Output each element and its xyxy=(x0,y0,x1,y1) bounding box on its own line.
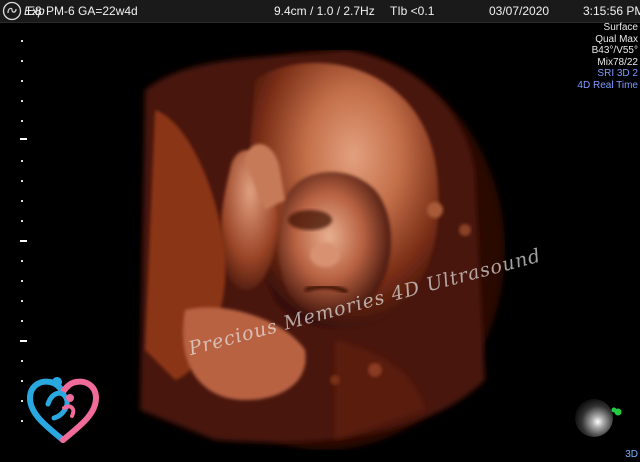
render-mode: Surface xyxy=(603,22,638,33)
sri-setting: SRI 3D 2 xyxy=(597,68,638,79)
acquisition-mode: 4D Real Time xyxy=(577,79,638,91)
volume-angles: B43°/V55° xyxy=(591,45,638,56)
heart-logo-icon xyxy=(26,377,100,443)
ultrasound-3d-render xyxy=(140,50,505,450)
orientation-sphere-icon xyxy=(575,399,622,437)
mix-setting: Mix78/22 xyxy=(597,56,638,68)
exam-time: 3:15:56 PM xyxy=(583,4,640,18)
patient-info: PM-6 GA=22w4d xyxy=(46,4,138,18)
system-label: Exp xyxy=(24,4,45,18)
ge-logo-icon xyxy=(2,1,22,21)
status-bar: E8 Exp PM-6 GA=22w4d 9.4cm / 1.0 / 2.7Hz… xyxy=(0,0,640,23)
mode-indicator: 3D xyxy=(625,449,638,460)
imaging-parameters: Surface Qual Max B43°/V55° Mix78/22 SRI … xyxy=(577,22,638,91)
exam-date: 03/07/2020 xyxy=(489,4,550,18)
tib-index: TIb <0.1 xyxy=(390,4,435,18)
quality-setting: Qual Max xyxy=(595,33,638,45)
probe-info: 9.4cm / 1.0 / 2.7Hz xyxy=(274,4,375,18)
